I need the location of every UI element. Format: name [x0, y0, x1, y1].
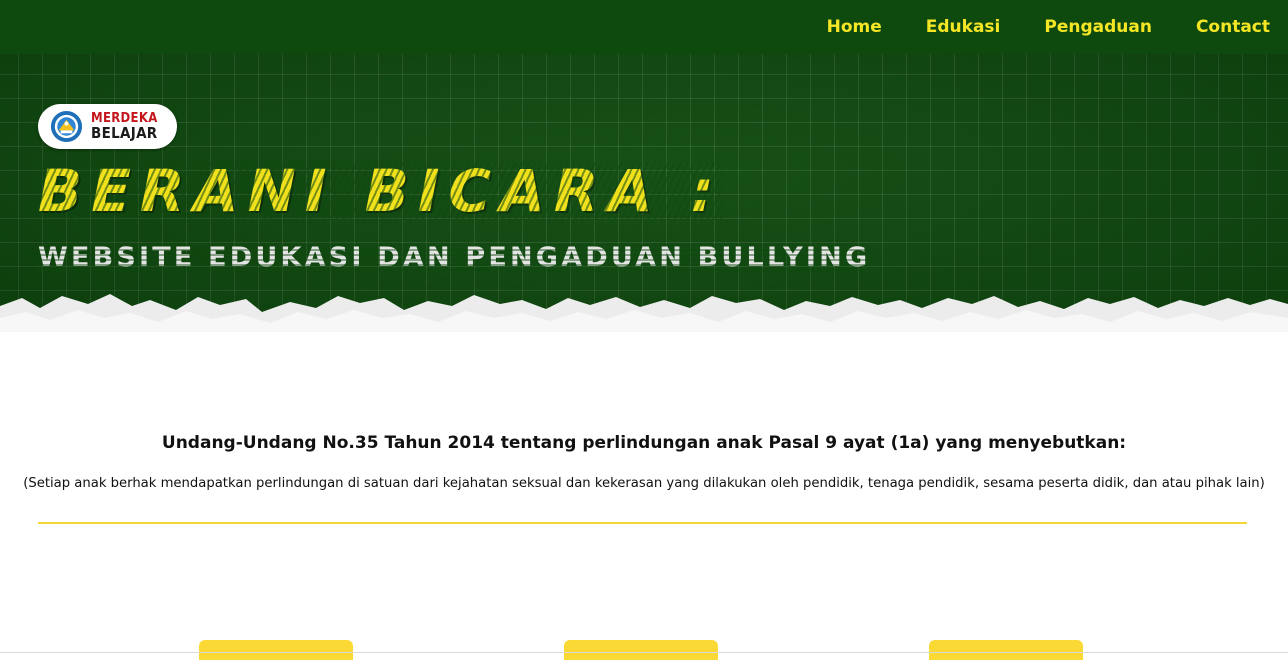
law-heading: Undang-Undang No.35 Tahun 2014 tentang p…	[161, 433, 1127, 453]
hero-subtitle: WEBSITE EDUKASI DAN PENGADUAN BULLYING	[38, 242, 871, 273]
nav-links: Home Edukasi Pengaduan Contact	[827, 0, 1270, 54]
card-header-2[interactable]	[564, 640, 718, 660]
viewport-bottom-divider	[0, 652, 1288, 653]
hero-title: BERANI BICARA :	[38, 157, 723, 225]
nav-contact-link[interactable]: Contact	[1196, 17, 1270, 37]
law-quote: (Setiap anak berhak mendapatkan perlindu…	[23, 476, 1265, 491]
tut-wuri-handayani-logo-icon	[50, 110, 83, 143]
nav-pengaduan-link[interactable]: Pengaduan	[1044, 17, 1152, 37]
card-header-3[interactable]	[929, 640, 1083, 660]
nav-home-link[interactable]: Home	[827, 17, 882, 37]
nav-edukasi-link[interactable]: Edukasi	[926, 17, 1001, 37]
section-divider	[38, 522, 1247, 524]
badge-line-belajar: BELAJAR	[91, 124, 158, 142]
torn-paper-edge	[0, 294, 1288, 348]
merdeka-belajar-badge: MERDEKA BELAJAR	[38, 104, 177, 149]
hero-banner: MERDEKA BELAJAR BERANI BICARA : WEBSITE …	[0, 54, 1288, 348]
card-header-1[interactable]	[199, 640, 353, 660]
badge-text: MERDEKA BELAJAR	[91, 111, 158, 141]
navbar: Home Edukasi Pengaduan Contact	[0, 0, 1288, 54]
